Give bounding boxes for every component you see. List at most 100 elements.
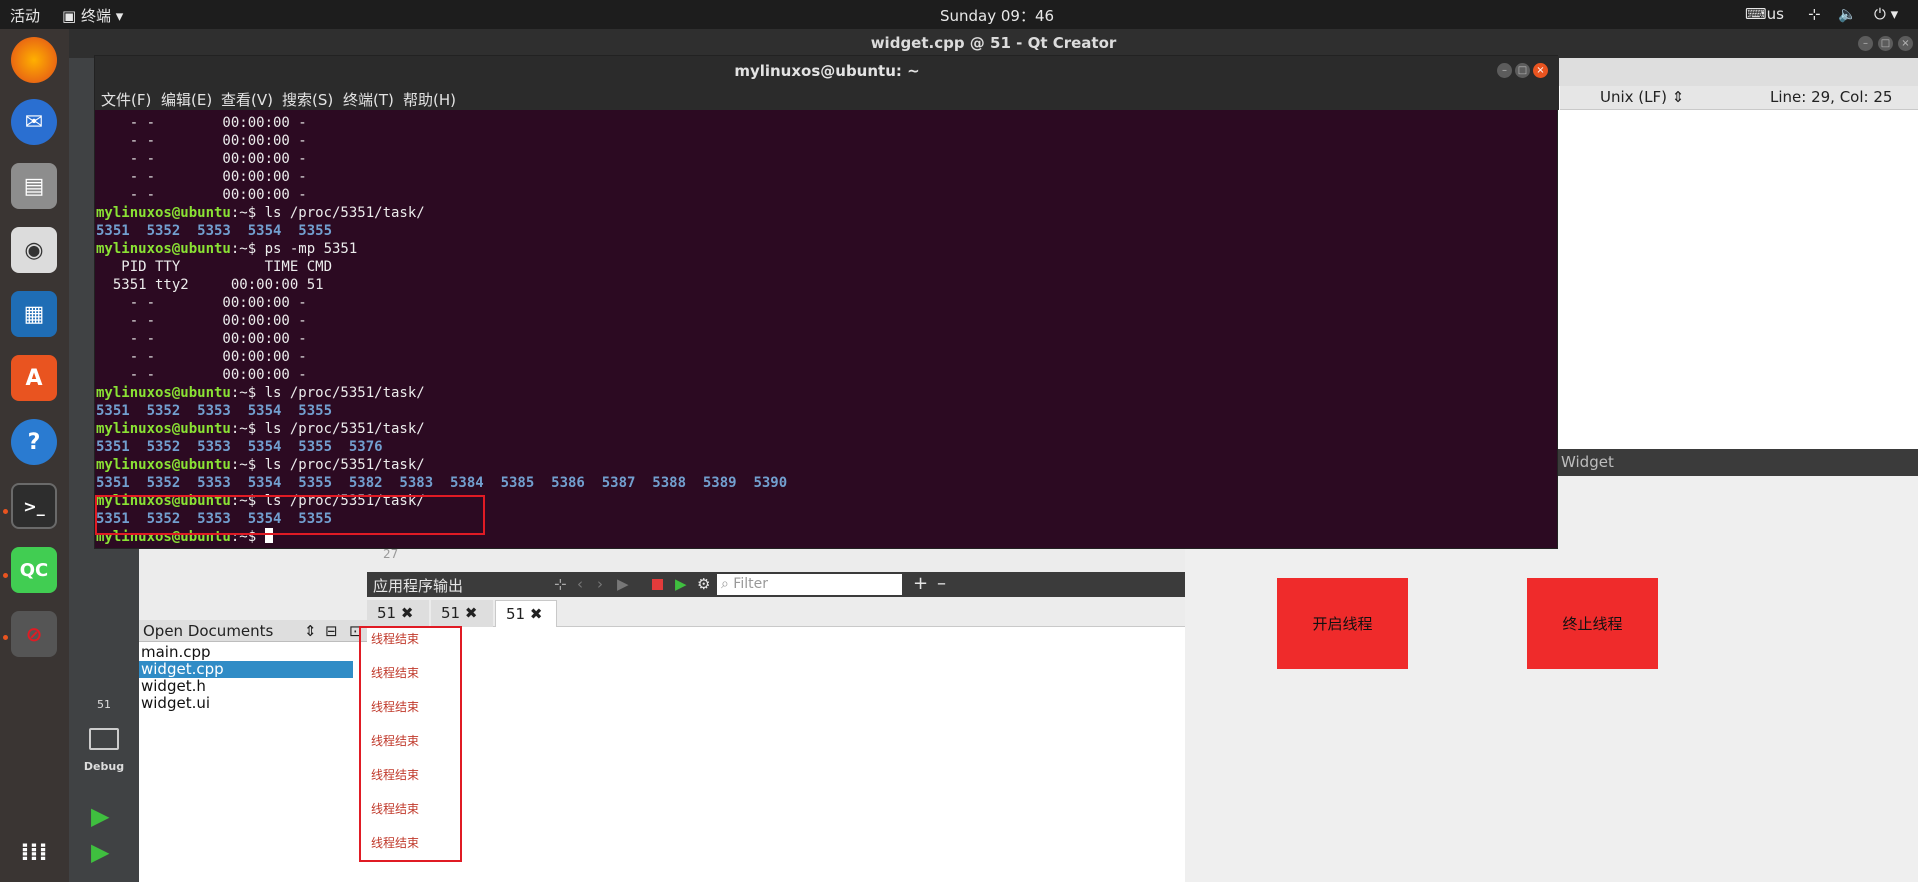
terminal-line: - - 00:00:00 - — [96, 186, 1559, 204]
kit-name: 51 — [97, 698, 111, 711]
software-center-icon[interactable]: A — [11, 355, 57, 401]
terminal-close-icon[interactable]: × — [1533, 63, 1548, 78]
tab-close-icon[interactable]: ✖ — [530, 605, 543, 623]
keyboard-indicator[interactable]: ⌨us — [1745, 5, 1784, 23]
monitor-icon[interactable] — [89, 728, 119, 750]
term-menu-file[interactable]: 文件(F) — [101, 89, 151, 110]
app-output-tabs: 51 ✖ 51 ✖ 51 ✖ — [367, 597, 1185, 627]
term-menu-terminal[interactable]: 终端(T) — [343, 89, 394, 110]
app-running-icon[interactable]: ⊘ — [11, 611, 57, 657]
doc-item-selected[interactable]: widget.cpp — [139, 661, 353, 678]
terminal-minimize-icon[interactable]: – — [1497, 63, 1512, 78]
terminal-line: - - 00:00:00 - — [96, 312, 1559, 330]
term-menu-search[interactable]: 搜索(S) — [282, 89, 333, 110]
plus-icon[interactable]: + — [913, 573, 928, 594]
files-icon[interactable]: ▤ — [11, 163, 57, 209]
line-ending-label: Unix (LF) — [1600, 88, 1667, 106]
qtcreator-label: QC — [19, 559, 49, 581]
qt-maximize-icon[interactable]: □ — [1878, 36, 1893, 51]
stop-thread-button[interactable]: 终止线程 — [1527, 578, 1658, 669]
tab-close-icon[interactable]: ✖ — [401, 604, 414, 622]
terminal-menubar: 文件(F) 编辑(E) 查看(V) 搜索(S) 终端(T) 帮助(H) — [95, 86, 1559, 110]
terminal-line: mylinuxos@ubuntu:~$ ls /proc/5351/task/ — [96, 456, 1559, 474]
terminal-line: 5351 5352 5353 5354 5355 5376 — [96, 438, 1559, 456]
minus-icon[interactable]: – — [937, 573, 946, 594]
tab-close-icon[interactable]: ✖ — [465, 604, 478, 622]
network-icon[interactable]: ⊹ — [1808, 5, 1821, 23]
terminal-prompt: mylinuxos@ubuntu — [96, 205, 231, 221]
terminal-line: PID TTY TIME CMD — [96, 258, 1559, 276]
clean-icon[interactable]: ⊹ — [554, 575, 567, 593]
terminal-prompt: mylinuxos@ubuntu — [96, 457, 231, 473]
rerun-icon[interactable]: ▶ — [617, 575, 629, 593]
terminal-text: - - 00:00:00 - — [96, 187, 307, 203]
output-tab-label: 51 — [377, 604, 397, 622]
filter-input[interactable]: ⌕ Filter — [717, 574, 902, 595]
help-icon[interactable]: ? — [11, 419, 57, 465]
thunderbird-icon[interactable]: ✉ — [11, 99, 57, 145]
clock[interactable]: Sunday 09：46 — [940, 5, 1054, 26]
terminal-text: - - 00:00:00 - — [96, 295, 307, 311]
qt-minimize-icon[interactable]: – — [1858, 36, 1873, 51]
stop-icon[interactable] — [652, 579, 663, 590]
next-icon[interactable]: › — [597, 575, 603, 593]
split-icon[interactable]: ⊟ — [325, 620, 338, 642]
search-icon: ⌕ — [721, 576, 729, 592]
doc-item[interactable]: widget.h — [139, 678, 353, 695]
debug-run-icon[interactable]: ▶ — [91, 838, 109, 866]
qt-close-icon[interactable]: × — [1898, 36, 1913, 51]
app-output-header: 应用程序输出 ⊹ ‹ › ▶ ▶ ⚙ ⌕ Filter + – — [367, 572, 1185, 597]
output-tab[interactable]: 51 ✖ — [367, 600, 429, 627]
terminal-titlebar: mylinuxos@ubuntu: ~ — [95, 56, 1559, 86]
app-menu[interactable]: ▣ 终端 ▾ — [62, 5, 123, 26]
terminal-icon[interactable]: >_ — [11, 483, 57, 529]
terminal-task-list: 5351 5352 5353 5354 5355 — [96, 223, 333, 239]
terminal-line: mylinuxos@ubuntu:~$ ls /proc/5351/task/ — [96, 420, 1559, 438]
doc-item[interactable]: widget.ui — [139, 695, 353, 712]
attach-icon[interactable]: ▶ — [675, 575, 687, 593]
term-menu-help[interactable]: 帮助(H) — [403, 89, 456, 110]
terminal-line: - - 00:00:00 - — [96, 348, 1559, 366]
rhythmbox-icon[interactable]: ◉ — [11, 227, 57, 273]
terminal-task-list: 5351 5352 5353 5354 5355 — [96, 403, 333, 419]
output-tab[interactable]: 51 ✖ — [431, 600, 493, 627]
open-documents-panel: main.cpp widget.cpp widget.h widget.ui — [139, 620, 367, 882]
terminal-text: - - 00:00:00 - — [96, 169, 307, 185]
activities-button[interactable]: 活动 — [10, 5, 40, 26]
terminal-line: - - 00:00:00 - — [96, 168, 1559, 186]
volume-icon[interactable]: 🔈 — [1838, 5, 1857, 23]
terminal-line: - - 00:00:00 - — [96, 294, 1559, 312]
filter-placeholder: Filter — [733, 576, 768, 592]
terminal-text: - - 00:00:00 - — [96, 133, 307, 149]
terminal-maximize-icon[interactable]: □ — [1515, 63, 1530, 78]
settings-icon[interactable]: ⚙ — [697, 575, 710, 593]
qtcreator-icon[interactable]: QC — [11, 547, 57, 593]
terminal-command: :~$ ls /proc/5351/task/ — [230, 457, 425, 473]
output-tab-active[interactable]: 51 ✖ — [495, 600, 557, 627]
line-ending-select[interactable]: Unix (LF) ⇕ — [1600, 88, 1684, 106]
terminal-line: - - 00:00:00 - — [96, 330, 1559, 348]
output-highlight-box — [359, 626, 462, 862]
output-tab-label: 51 — [441, 604, 461, 622]
show-apps-icon[interactable]: ⁞⁞⁞ — [11, 829, 57, 875]
editor-toolbar: Unix (LF) ⇕ Line: 29, Col: 25 — [1560, 86, 1918, 110]
terminal-highlight-box — [95, 495, 485, 535]
terminal-text: - - 00:00:00 - — [96, 151, 307, 167]
terminal-line: 5351 5352 5353 5354 5355 — [96, 402, 1559, 420]
doc-item[interactable]: main.cpp — [139, 644, 353, 661]
terminal-line: - - 00:00:00 - — [96, 366, 1559, 384]
prev-icon[interactable]: ‹ — [577, 575, 583, 593]
term-menu-view[interactable]: 查看(V) — [221, 89, 273, 110]
sort-icon[interactable]: ⇕ — [304, 620, 317, 642]
terminal-command: :~$ ls /proc/5351/task/ — [230, 421, 425, 437]
terminal-output[interactable]: - - 00:00:00 - - - 00:00:00 - - - 00:00:… — [95, 114, 1559, 550]
start-thread-button[interactable]: 开启线程 — [1277, 578, 1408, 669]
writer-icon[interactable]: ▦ — [11, 291, 57, 337]
terminal-task-list: 5351 5352 5353 5354 5355 5382 5383 5384 … — [96, 475, 788, 491]
run-icon[interactable]: ▶ — [91, 802, 109, 830]
open-documents-title: Open Documents — [143, 622, 274, 640]
terminal-prompt: mylinuxos@ubuntu — [96, 385, 231, 401]
term-menu-edit[interactable]: 编辑(E) — [161, 89, 212, 110]
power-icon[interactable]: ⏻ ▾ — [1874, 5, 1898, 23]
firefox-icon[interactable] — [11, 37, 57, 83]
